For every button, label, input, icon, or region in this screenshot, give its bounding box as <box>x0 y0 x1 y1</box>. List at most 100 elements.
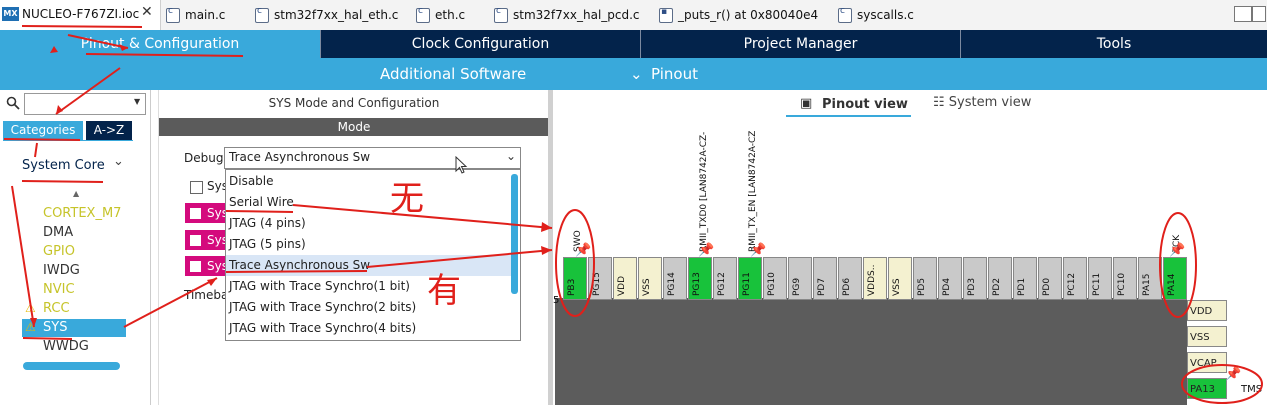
checkbox[interactable] <box>190 208 201 219</box>
tab-system-view[interactable]: ☷ System view <box>933 95 1031 110</box>
debug-dropdown-list[interactable]: Disable Serial Wire JTAG (4 pins) JTAG (… <box>225 169 521 341</box>
maximize-button[interactable] <box>1252 6 1266 22</box>
chevron-down-icon: ⌄ <box>505 149 516 163</box>
option-jtag-5[interactable]: JTAG (5 pins) <box>226 234 511 255</box>
pin-pg9[interactable]: PG9 <box>788 257 812 300</box>
pin-pc12[interactable]: PC12 <box>1063 257 1087 300</box>
tab-clock-configuration[interactable]: Clock Configuration <box>321 30 641 58</box>
list-item-rcc[interactable]: RCC <box>43 301 70 316</box>
pin-pg11[interactable]: PG11 <box>738 257 762 300</box>
right-pin-vdd[interactable]: VDD <box>1187 300 1227 321</box>
minimize-button[interactable] <box>1234 6 1252 22</box>
pushpin-icon[interactable]: 📌 <box>575 243 591 258</box>
pin-pd0[interactable]: PD0 <box>1038 257 1062 300</box>
dropdown-scrollbar[interactable] <box>511 174 518 294</box>
option-jtag-trace-2[interactable]: JTAG with Trace Synchro(2 bits) <box>226 297 511 318</box>
right-pin-vss[interactable]: VSS <box>1187 326 1227 347</box>
pin-pg13[interactable]: PG13 <box>688 257 712 300</box>
pin-vss[interactable]: VSS <box>888 257 912 300</box>
pin-pg10[interactable]: PG10 <box>763 257 787 300</box>
search-input[interactable] <box>24 93 146 115</box>
pin-pd6[interactable]: PD6 <box>838 257 862 300</box>
option-jtag-trace-1[interactable]: JTAG with Trace Synchro(1 bit) <box>226 276 511 297</box>
pin-vss[interactable]: VSS <box>638 257 662 300</box>
list-item-sys[interactable]: SYS <box>43 320 67 335</box>
tab-hal-pcd-c[interactable]: stm32f7xx_hal_pcd.c <box>494 3 640 27</box>
option-trace-async[interactable]: Trace Asynchronous Sw <box>226 255 511 276</box>
list-item-iwdg[interactable]: IWDG <box>43 263 80 278</box>
pushpin-icon[interactable]: 📌 <box>1225 367 1241 382</box>
tab-nucleo-ioc[interactable]: MX NUCLEO-F767ZI.ioc ✕ <box>0 0 161 30</box>
pin-signal-rmii-txd0: RMII_TXD0 [LAN8742A-CZ- <box>699 131 709 252</box>
pin-pa15[interactable]: PA15 <box>1138 257 1162 300</box>
close-icon[interactable]: ✕ <box>141 4 153 20</box>
right-pin-pa13[interactable]: PA13 <box>1187 378 1227 399</box>
tab-pinout-configuration[interactable]: Pinout & Configuration <box>0 30 321 58</box>
option-jtag-trace-4[interactable]: JTAG with Trace Synchro(4 bits) <box>226 318 511 339</box>
scroll-up-icon[interactable]: ▲ <box>73 189 79 198</box>
divider <box>3 140 133 141</box>
pin-pd1[interactable]: PD1 <box>1013 257 1037 300</box>
pin-pd7[interactable]: PD7 <box>813 257 837 300</box>
pin-pg12[interactable]: PG12 <box>713 257 737 300</box>
chevron-down-icon[interactable]: ⌄ <box>113 154 124 169</box>
pin-pg15[interactable]: PG15 <box>588 257 612 300</box>
checkbox[interactable] <box>190 235 201 246</box>
system-core-group[interactable]: System Core <box>22 158 105 173</box>
pin-label: PG13 <box>692 272 702 296</box>
chip-icon: ▣ <box>800 96 813 111</box>
list-item-gpio[interactable]: GPIO <box>43 244 75 259</box>
tab-tools[interactable]: Tools <box>961 30 1267 58</box>
checkbox[interactable] <box>190 261 201 272</box>
pin-label-fragment: 5 <box>553 295 560 306</box>
list-item-cortex-m7[interactable]: CORTEX_M7 <box>43 206 121 221</box>
pin-pd4[interactable]: PD4 <box>938 257 962 300</box>
pin-pc11[interactable]: PC11 <box>1088 257 1112 300</box>
pin-label: PG12 <box>717 272 727 296</box>
pin-pb3[interactable]: PB3 <box>563 257 587 300</box>
pin-pa14[interactable]: PA14 <box>1163 257 1187 300</box>
pin-pd2[interactable]: PD2 <box>988 257 1012 300</box>
debug-select[interactable]: Trace Asynchronous Sw ⌄ <box>224 147 521 169</box>
pushpin-icon[interactable]: 📌 <box>1169 243 1185 258</box>
list-item-nvic[interactable]: NVIC <box>43 282 75 297</box>
pushpin-icon[interactable]: 📌 <box>750 243 766 258</box>
pin-pd5[interactable]: PD5 <box>913 257 937 300</box>
option-serial-wire[interactable]: Serial Wire <box>226 192 511 213</box>
sys-mode-panel: SYS Mode and Configuration Mode Debug Tr… <box>158 90 550 405</box>
right-pin-vcap[interactable]: VCAP.. <box>1187 352 1227 373</box>
chevron-down-icon[interactable]: ▼ <box>134 97 140 106</box>
selected-row-highlight <box>22 319 126 337</box>
pin-vdds[interactable]: VDDS.. <box>863 257 887 300</box>
tab-a-z[interactable]: A->Z <box>86 121 132 140</box>
tab-eth-c[interactable]: eth.c <box>416 3 465 27</box>
sys-checkbox[interactable] <box>190 181 203 194</box>
option-jtag-4[interactable]: JTAG (4 pins) <box>226 213 511 234</box>
tab-syscalls-c[interactable]: syscalls.c <box>838 3 914 27</box>
pin-label: PD3 <box>967 277 977 296</box>
disassembly-icon <box>659 7 673 23</box>
tab-hal-eth-c[interactable]: stm32f7xx_hal_eth.c <box>255 3 398 27</box>
pushpin-icon[interactable]: 📌 <box>698 243 714 258</box>
panel-splitter[interactable] <box>548 90 553 405</box>
pin-label: PA14 <box>1167 273 1177 296</box>
pin-vdd[interactable]: VDD <box>613 257 637 300</box>
pinout-menu[interactable]: Pinout <box>651 65 698 83</box>
chevron-down-icon[interactable]: ⌄ <box>630 65 643 83</box>
tab-project-manager[interactable]: Project Manager <box>641 30 961 58</box>
tab-pinout-view[interactable]: ▣ Pinout view <box>786 95 911 117</box>
pin-pg14[interactable]: PG14 <box>663 257 687 300</box>
pin-signal-rmii-tx-en: RMII_TX_EN [LAN8742A-CZ <box>748 130 758 252</box>
tab-disassembly[interactable]: _puts_r() at 0x80040e4 <box>659 3 818 27</box>
pin-label: PA15 <box>1142 273 1152 296</box>
tab-main-c[interactable]: main.c <box>166 3 225 27</box>
tab-categories[interactable]: Categories <box>3 121 83 140</box>
list-item-dma[interactable]: DMA <box>43 225 73 240</box>
additional-software-menu[interactable]: Additional Software <box>380 65 526 83</box>
list-item-wwdg[interactable]: WWDG <box>43 339 89 354</box>
pin-pd3[interactable]: PD3 <box>963 257 987 300</box>
pin-pc10[interactable]: PC10 <box>1113 257 1137 300</box>
horizontal-scrollbar[interactable] <box>23 362 120 370</box>
pin-label: PG11 <box>742 272 752 296</box>
pin-label: PD6 <box>842 277 852 296</box>
